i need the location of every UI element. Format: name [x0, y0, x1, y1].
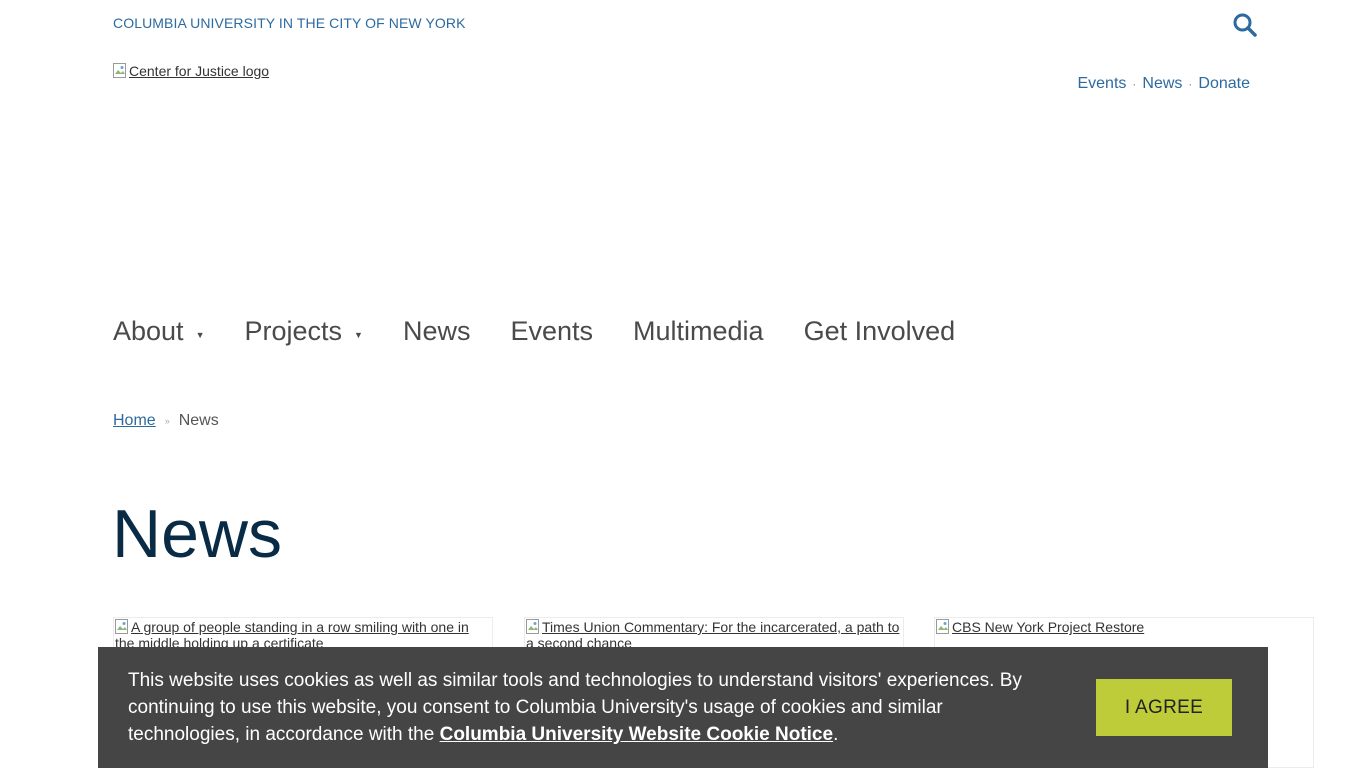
breadcrumb-current: News: [178, 412, 219, 429]
nav-item-get-involved[interactable]: Get Involved: [804, 316, 956, 347]
nav-item-news[interactable]: News: [403, 316, 471, 347]
utility-separator: ·: [1188, 77, 1193, 91]
cookie-consent-text: This website uses cookies as well as sim…: [128, 667, 1058, 748]
news-card-image-alt: CBS New York Project Restore: [952, 619, 1145, 635]
broken-image-icon: [113, 63, 127, 79]
nav-item-label: Get Involved: [803, 316, 956, 346]
dropdown-caret-icon: ▼: [354, 329, 363, 340]
utility-nav: Events · News · Donate: [1077, 75, 1250, 93]
broken-image-icon: [936, 619, 950, 635]
nav-item-label: Events: [510, 316, 594, 346]
utility-separator: ·: [1132, 77, 1137, 91]
broken-image-icon: [115, 619, 129, 635]
logo-alt-text: Center for Justice logo: [129, 63, 270, 79]
news-card-image-link[interactable]: CBS New York Project Restore: [935, 618, 1313, 635]
cookie-text-after: .: [833, 724, 839, 745]
nav-item-events[interactable]: Events: [510, 316, 593, 347]
search-button[interactable]: [1232, 12, 1258, 38]
utility-link-news[interactable]: News: [1142, 75, 1182, 93]
cookie-consent-banner: This website uses cookies as well as sim…: [98, 647, 1268, 768]
nav-item-label: About: [113, 316, 184, 346]
nav-item-multimedia[interactable]: Multimedia: [633, 316, 764, 347]
nav-item-label: News: [402, 316, 471, 346]
broken-image-icon: [526, 619, 540, 635]
nav-item-label: Multimedia: [633, 316, 764, 346]
breadcrumb-separator-icon: »: [164, 416, 170, 426]
utility-link-donate[interactable]: Donate: [1198, 75, 1250, 93]
center-for-justice-logo[interactable]: Center for Justice logo: [113, 63, 269, 79]
columbia-university-link[interactable]: COLUMBIA UNIVERSITY IN THE CITY OF NEW Y…: [113, 15, 466, 31]
main-nav: About ▼ Projects ▼ News Events Multimedi…: [113, 316, 995, 347]
breadcrumb: Home » News: [113, 412, 219, 430]
nav-item-label: Projects: [244, 316, 343, 346]
nav-item-about[interactable]: About ▼: [113, 316, 204, 347]
breadcrumb-home-link[interactable]: Home: [113, 412, 156, 430]
dropdown-caret-icon: ▼: [195, 329, 205, 340]
cookie-notice-link[interactable]: Columbia University Website Cookie Notic…: [440, 724, 833, 745]
page-title: News: [112, 496, 283, 572]
search-icon: [1233, 13, 1257, 37]
nav-item-projects[interactable]: Projects ▼: [244, 316, 362, 347]
agree-button[interactable]: I AGREE: [1096, 679, 1232, 736]
utility-link-events[interactable]: Events: [1077, 75, 1126, 93]
